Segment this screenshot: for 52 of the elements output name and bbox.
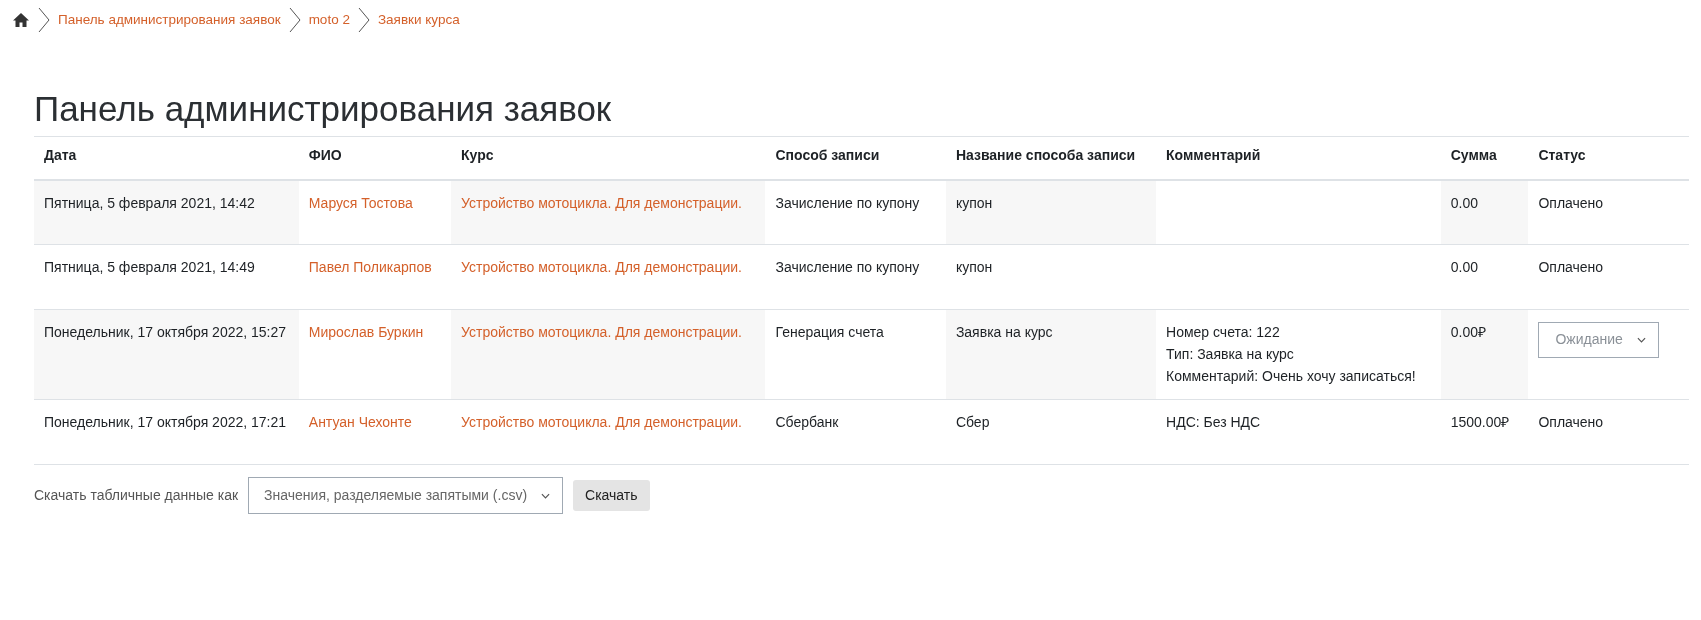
chevron-down-icon <box>541 491 551 500</box>
status-text: Оплачено <box>1538 194 1604 211</box>
column-header: ФИО <box>298 137 452 180</box>
column-header: Статус <box>1528 137 1689 180</box>
column-header: Название способа записи <box>945 137 1157 180</box>
course-link[interactable]: Устройство мотоцикла. Для демонстрации. <box>461 259 742 276</box>
course-link[interactable]: Устройство мотоцикла. Для демонстрации. <box>461 324 742 341</box>
chevron-down-icon <box>1636 336 1646 345</box>
sum-text: 0.00 <box>1450 194 1478 211</box>
enrol-method-text: Сбербанк <box>775 414 839 431</box>
status-text: Оплачено <box>1538 259 1604 276</box>
column-header: Дата <box>34 137 299 180</box>
method-name-text: Сбер <box>955 414 990 431</box>
course-link[interactable]: Устройство мотоцикла. Для демонстрации. <box>461 414 742 431</box>
sum-text: 0.00 <box>1450 259 1478 276</box>
method-name-text: купон <box>955 194 993 211</box>
status-text: Оплачено <box>1538 414 1604 431</box>
chevron-right-icon <box>38 7 50 33</box>
download-button[interactable]: Скачать <box>573 480 650 512</box>
comment-line: НДС: Без НДС <box>1166 413 1262 433</box>
comment-line: Тип: Заявка на курс <box>1166 344 1295 364</box>
breadcrumb-link[interactable]: moto 2 <box>308 9 350 31</box>
download-label: Скачать табличные данные как <box>34 486 239 506</box>
column-header: Курс <box>451 137 766 180</box>
column-header: Способ записи <box>765 137 946 180</box>
date-text: Понедельник, 17 октября 2022, 15:27 <box>44 324 287 341</box>
enrol-method-text: Зачисление по купону <box>775 194 920 211</box>
home-icon[interactable] <box>12 12 30 28</box>
page-title: Панель администрирования заявок <box>34 88 1689 137</box>
comment-line: Номер счета: 122 <box>1166 323 1281 343</box>
date-text: Понедельник, 17 октября 2022, 17:21 <box>44 414 287 431</box>
sum-text: 1500.00₽ <box>1450 414 1510 431</box>
date-text: Пятница, 5 февраля 2021, 14:49 <box>44 259 255 276</box>
user-name-link[interactable]: Маруся Тостова <box>308 194 413 211</box>
enrol-method-text: Зачисление по купону <box>775 259 920 276</box>
user-name-link[interactable]: Мирослав Буркин <box>308 324 424 341</box>
user-name-link[interactable]: Павел Поликарпов <box>308 259 432 276</box>
enrol-method-text: Генерация счета <box>775 324 884 341</box>
method-name-text: купон <box>955 259 993 276</box>
comment-line: Комментарий: Очень хочу записаться! <box>1166 366 1417 386</box>
user-name-link[interactable]: Антуан Чехонте <box>308 414 412 431</box>
breadcrumb-link[interactable]: Заявки курса <box>377 9 460 31</box>
status-select[interactable]: Ожидание <box>1538 322 1659 358</box>
chevron-right-icon <box>288 7 301 33</box>
breadcrumb-link[interactable]: Панель администрирования заявок <box>58 9 281 31</box>
sum-text: 0.00₽ <box>1450 324 1486 341</box>
format-select[interactable]: Значения, разделяемые запятыми (.csv) <box>248 477 564 515</box>
column-header: Комментарий <box>1156 137 1441 180</box>
column-header: Сумма <box>1440 137 1529 180</box>
method-name-text: Заявка на курс <box>955 324 1053 341</box>
chevron-right-icon <box>357 7 370 33</box>
date-text: Пятница, 5 февраля 2021, 14:42 <box>44 194 255 211</box>
